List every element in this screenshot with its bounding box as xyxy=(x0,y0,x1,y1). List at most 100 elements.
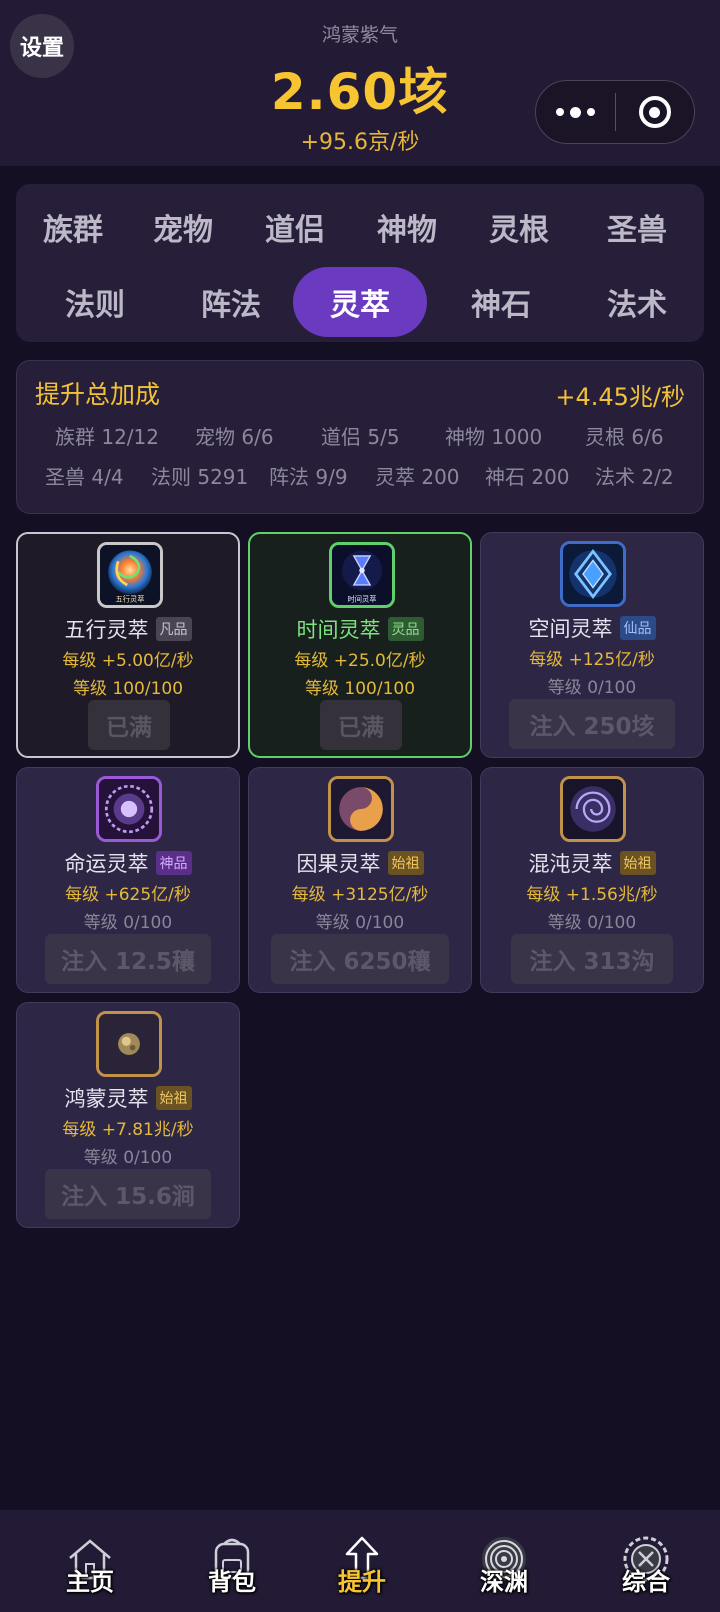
level-progress: 等级 0/100 xyxy=(315,913,405,933)
bonus-item: 法术 2/2 xyxy=(595,465,674,489)
inject-button[interactable]: 注入 313沟 xyxy=(511,934,673,984)
grade-badge: 始祖 xyxy=(387,851,424,875)
nav-label: 主页 xyxy=(66,1568,114,1596)
essence-card-space: 空间灵萃 仙品 每级 +125亿/秒 等级 0/100 注入 250垓 xyxy=(480,532,704,758)
grade-badge: 灵品 xyxy=(387,617,424,641)
card-name: 混沌灵萃 xyxy=(528,852,613,876)
nav-general[interactable]: 综合 xyxy=(574,1510,718,1612)
tab-artifact[interactable]: 神物 xyxy=(358,192,456,262)
bonus-total: +4.45兆/秒 xyxy=(555,383,685,411)
essence-card-time: 时间灵萃 时间灵萃 灵品 每级 +25.0亿/秒 等级 100/100 已满 xyxy=(248,532,472,758)
tab-spirit-root[interactable]: 灵根 xyxy=(470,192,568,262)
level-progress: 等级 0/100 xyxy=(83,1148,173,1168)
card-title: 命运灵萃 神品 xyxy=(17,848,239,878)
essence-card-karma: 因果灵萃 始祖 每级 +3125亿/秒 等级 0/100 注入 6250穰 xyxy=(248,767,472,993)
svg-text:时间灵萃: 时间灵萃 xyxy=(347,594,376,603)
level-progress: 等级 0/100 xyxy=(83,913,173,933)
card-title: 鸿蒙灵萃 始祖 xyxy=(17,1083,239,1113)
bottom-nav: 主页 背包 提升 深渊 综合 xyxy=(0,1510,720,1612)
top-header: 设置 鸿蒙紫气 2.60垓 +95.6京/秒 xyxy=(0,0,720,166)
card-title: 空间灵萃 仙品 xyxy=(481,613,703,643)
card-name: 鸿蒙灵萃 xyxy=(64,1087,149,1111)
per-level-bonus: 每级 +25.0亿/秒 xyxy=(294,651,426,671)
tab-spell[interactable]: 法术 xyxy=(572,267,702,337)
nav-label: 背包 xyxy=(208,1568,256,1596)
card-name: 时间灵萃 xyxy=(296,618,381,642)
level-progress: 等级 0/100 xyxy=(547,913,637,933)
tab-holy-beast[interactable]: 圣兽 xyxy=(582,192,692,262)
bonus-item: 神物 1000 xyxy=(445,425,543,449)
bonus-item: 灵萃 200 xyxy=(375,465,460,489)
bonus-item: 神石 200 xyxy=(485,465,570,489)
tab-clan[interactable]: 族群 xyxy=(24,192,122,262)
five-elements-icon: 五行灵萃 xyxy=(97,542,163,608)
bonus-summary-panel: 提升总加成 +4.45兆/秒 族群 12/12 宠物 6/6 道侣 5/5 神物… xyxy=(16,360,704,514)
maxed-button[interactable]: 已满 xyxy=(88,700,170,750)
bonus-title: 提升总加成 xyxy=(35,380,161,409)
miniapp-capsule xyxy=(535,80,695,144)
nav-upgrade[interactable]: 提升 xyxy=(290,1510,434,1612)
svg-text:五行灵萃: 五行灵萃 xyxy=(115,594,144,603)
per-level-bonus: 每级 +5.00亿/秒 xyxy=(62,651,194,671)
nav-label: 提升 xyxy=(338,1568,386,1596)
nav-backpack[interactable]: 背包 xyxy=(160,1510,304,1612)
chaos-vortex-icon xyxy=(560,776,626,842)
bonus-item: 阵法 9/9 xyxy=(269,465,348,489)
bonus-item: 宠物 6/6 xyxy=(195,425,274,449)
nav-home[interactable]: 主页 xyxy=(18,1510,162,1612)
grade-badge: 神品 xyxy=(155,851,192,875)
nav-abyss[interactable]: 深渊 xyxy=(432,1510,576,1612)
level-progress: 等级 100/100 xyxy=(304,679,416,699)
card-name: 空间灵萃 xyxy=(528,617,613,641)
grade-badge: 凡品 xyxy=(155,617,192,641)
tab-formation[interactable]: 阵法 xyxy=(166,267,296,337)
bonus-item: 圣兽 4/4 xyxy=(45,465,124,489)
inject-button[interactable]: 注入 15.6涧 xyxy=(45,1169,211,1219)
card-title: 五行灵萃 凡品 xyxy=(18,614,238,644)
inject-button[interactable]: 注入 250垓 xyxy=(509,699,675,749)
tab-pet[interactable]: 宠物 xyxy=(134,192,232,262)
target-circle-icon[interactable] xyxy=(616,81,695,143)
maxed-button[interactable]: 已满 xyxy=(320,700,402,750)
tab-law[interactable]: 法则 xyxy=(30,267,160,337)
card-title: 因果灵萃 始祖 xyxy=(249,848,471,878)
level-progress: 等级 100/100 xyxy=(72,679,184,699)
grade-badge: 始祖 xyxy=(619,851,656,875)
space-crystal-icon xyxy=(560,541,626,607)
inject-button[interactable]: 注入 12.5穰 xyxy=(45,934,211,984)
per-level-bonus: 每级 +1.56兆/秒 xyxy=(526,885,658,905)
inject-button[interactable]: 注入 6250穰 xyxy=(271,934,449,984)
more-dots-icon[interactable] xyxy=(536,81,615,143)
card-name: 五行灵萃 xyxy=(64,618,149,642)
resource-name: 鸿蒙紫气 xyxy=(321,24,398,46)
grade-badge: 仙品 xyxy=(619,616,656,640)
per-level-bonus: 每级 +125亿/秒 xyxy=(529,650,655,670)
tab-partner[interactable]: 道侣 xyxy=(246,192,344,262)
card-name: 因果灵萃 xyxy=(296,852,381,876)
card-title: 混沌灵萃 始祖 xyxy=(481,848,703,878)
grade-badge: 始祖 xyxy=(155,1086,192,1110)
bonus-item: 法则 5291 xyxy=(151,465,249,489)
bonus-item: 灵根 6/6 xyxy=(585,425,664,449)
nav-label: 综合 xyxy=(622,1568,670,1596)
tab-essence[interactable]: 灵萃 xyxy=(293,267,427,337)
essence-card-chaos: 混沌灵萃 始祖 每级 +1.56兆/秒 等级 0/100 注入 313沟 xyxy=(480,767,704,993)
essence-card-five-elements: 五行灵萃 五行灵萃 凡品 每级 +5.00亿/秒 等级 100/100 已满 xyxy=(16,532,240,758)
level-progress: 等级 0/100 xyxy=(547,678,637,698)
card-name: 命运灵萃 xyxy=(64,852,149,876)
tab-divine-stone[interactable]: 神石 xyxy=(436,267,566,337)
primordial-orb-icon xyxy=(96,1011,162,1077)
per-level-bonus: 每级 +7.81兆/秒 xyxy=(62,1120,194,1140)
fate-wheel-icon xyxy=(96,776,162,842)
bonus-item: 族群 12/12 xyxy=(55,425,159,449)
card-title: 时间灵萃 灵品 xyxy=(250,614,470,644)
essence-card-primordial: 鸿蒙灵萃 始祖 每级 +7.81兆/秒 等级 0/100 注入 15.6涧 xyxy=(16,1002,240,1228)
essence-card-fate: 命运灵萃 神品 每级 +625亿/秒 等级 0/100 注入 12.5穰 xyxy=(16,767,240,993)
per-level-bonus: 每级 +625亿/秒 xyxy=(65,885,191,905)
bonus-item: 道侣 5/5 xyxy=(321,425,400,449)
karma-swirl-icon xyxy=(328,776,394,842)
category-tabs: 族群 宠物 道侣 神物 灵根 圣兽 法则 阵法 灵萃 神石 法术 xyxy=(16,184,704,342)
nav-label: 深渊 xyxy=(480,1568,528,1596)
hourglass-icon: 时间灵萃 xyxy=(329,542,395,608)
per-level-bonus: 每级 +3125亿/秒 xyxy=(291,885,429,905)
